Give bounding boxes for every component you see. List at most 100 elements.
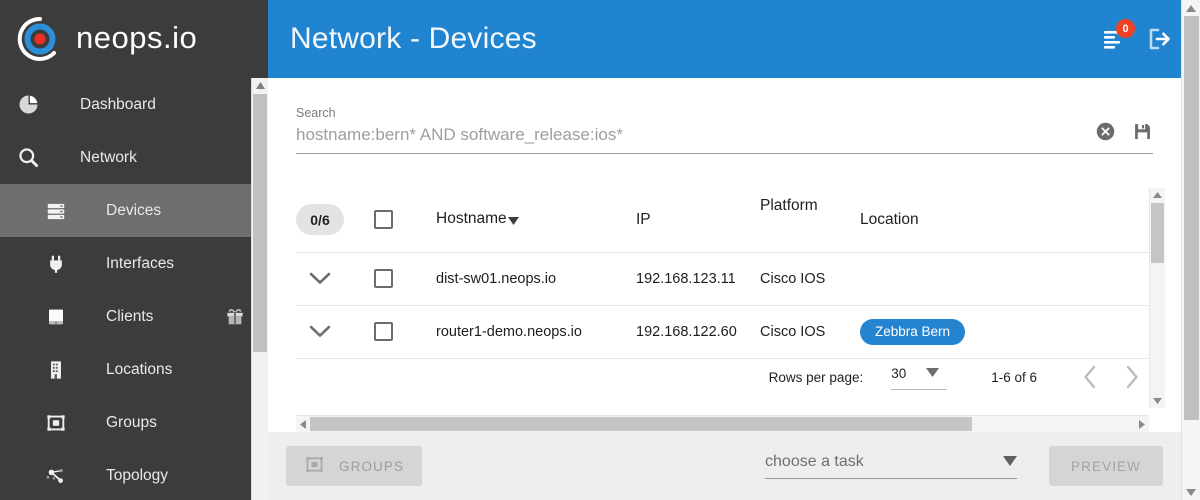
topology-nodes-icon [28,465,84,487]
brand-name: neops.io [76,19,198,55]
building-icon [28,359,84,381]
sidebar-item-groups[interactable]: Groups [0,396,268,449]
row-select-cell [374,252,436,306]
cell-platform: Cisco IOS [760,252,860,306]
column-label: Location [860,210,919,228]
column-label: Hostname [436,209,507,227]
scroll-right-arrow-icon[interactable] [1135,416,1149,432]
ip-text: 192.168.122.60 [636,323,737,340]
devices-card: Search hostname:bern* AND software_relea… [268,78,1181,432]
hostname-text: router1-demo.neops.io [436,323,582,340]
magnifier-icon [0,146,56,169]
ip-text: 192.168.123.11 [636,270,736,287]
search-actions [1095,121,1153,147]
column-header-hostname[interactable]: Hostname [436,188,636,253]
devices-table-area: 0/6 Hostname IP Platform Location dist-s… [296,188,1165,432]
task-count-badge: 0 [1116,19,1135,38]
table-row[interactable]: dist-sw01.neops.io 192.168.123.11 Cisco … [296,252,1149,306]
task-list-icon[interactable]: 0 [1102,19,1135,50]
caret-down-icon[interactable] [926,364,940,382]
action-bar: GROUPS choose a task PREVIEW [268,432,1181,500]
location-badge[interactable]: Zebbra Bern [860,318,966,345]
caret-down-icon[interactable] [1003,453,1018,471]
server-stack-icon [28,200,84,222]
app-root: neops.io Dashboard Network Devices Inter… [0,0,1200,500]
task-select[interactable]: choose a task [765,453,1018,479]
table-scrollbar-thumb[interactable] [1151,203,1164,263]
sidebar-item-label: Network [80,148,137,166]
sidebar-scrollbar[interactable] [251,78,268,500]
groups-button[interactable]: GROUPS [286,446,423,486]
table-header-row: 0/6 Hostname IP Platform Location [296,188,1149,253]
page-title: Network - Devices [290,22,537,55]
sort-desc-arrow-icon[interactable] [507,212,519,230]
main-content: Network - Devices 0 Search hostname:bern… [268,0,1200,500]
row-checkbox[interactable] [374,269,393,288]
sidebar-item-interfaces[interactable]: Interfaces [0,237,268,290]
cell-ip: 192.168.123.11 [636,252,760,306]
sidebar-item-label: Topology [106,466,169,484]
sidebar-item-label: Dashboard [80,95,156,113]
sidebar-scrollbar-thumb[interactable] [253,94,267,352]
column-label: IP [636,210,651,228]
sidebar-item-devices[interactable]: Devices [0,184,268,237]
scroll-down-arrow-icon[interactable] [1182,484,1200,500]
column-header-ip[interactable]: IP [636,188,760,253]
select-all-checkbox[interactable] [374,210,393,230]
cell-location [860,252,1149,306]
search-input[interactable] [296,125,1056,145]
preview-button[interactable]: PREVIEW [1049,446,1163,486]
sidebar-item-label: Groups [106,413,157,431]
group-frame-icon [28,412,84,434]
table-hscrollbar-thumb[interactable] [310,417,972,431]
save-floppy-icon[interactable] [1132,121,1153,147]
column-header-location[interactable]: Location [860,188,1149,253]
plug-icon [28,253,84,275]
groups-button-label: GROUPS [339,458,405,474]
sidebar-item-label: Locations [106,360,173,378]
selection-count-badge[interactable]: 0/6 [296,204,344,236]
scroll-left-arrow-icon[interactable] [296,416,310,432]
sidebar-item-clients[interactable]: Clients [0,290,268,343]
table-head: 0/6 Hostname IP Platform Location [296,188,1149,253]
page-scrollbar[interactable] [1181,0,1200,500]
rows-per-page-value: 30 [891,365,907,381]
platform-text: Cisco IOS [760,270,826,287]
sidebar-item-dashboard[interactable]: Dashboard [0,78,268,131]
column-header-platform[interactable]: Platform [760,188,860,253]
table-vertical-scrollbar[interactable] [1149,188,1165,408]
chevron-left-icon[interactable] [1083,365,1097,389]
chevron-down-icon[interactable] [296,325,344,338]
page-range-label: 1-6 of 6 [991,369,1037,385]
search-field[interactable] [296,122,1153,154]
chevron-down-icon[interactable] [296,272,344,285]
scroll-up-arrow-icon[interactable] [252,78,268,93]
platform-text: Cisco IOS [760,323,826,340]
select-all-cell [374,188,436,253]
row-checkbox[interactable] [374,322,393,341]
table-horizontal-scrollbar[interactable] [296,415,1149,432]
sidebar-item-topology[interactable]: Topology [0,449,268,500]
table-body: dist-sw01.neops.io 192.168.123.11 Cisco … [296,252,1149,359]
topbar-actions: 0 [1102,0,1172,78]
selection-count-cell: 0/6 [296,188,374,253]
hostname-text: dist-sw01.neops.io [436,270,557,287]
brand[interactable]: neops.io [0,0,268,78]
group-frame-icon [304,454,325,478]
sidebar-item-locations[interactable]: Locations [0,343,268,396]
sidebar-nav: Dashboard Network Devices Interfaces Cli… [0,78,268,500]
sidebar-item-network[interactable]: Network [0,131,268,184]
rows-per-page-select[interactable]: 30 [891,364,948,390]
chevron-right-icon[interactable] [1125,365,1139,389]
search-section: Search [268,78,1181,154]
paginator: Rows per page: 30 1-6 of 6 [296,346,1149,408]
neops-target-logo-icon [16,15,64,63]
scroll-up-arrow-icon[interactable] [1182,0,1200,16]
scroll-up-arrow-icon[interactable] [1150,188,1165,202]
logout-icon[interactable] [1146,27,1172,51]
row-expand-cell [296,252,374,306]
page-scrollbar-thumb[interactable] [1184,16,1199,420]
scroll-down-arrow-icon[interactable] [1150,394,1165,408]
gift-icon[interactable] [224,307,246,327]
clear-circle-icon[interactable] [1095,121,1116,147]
